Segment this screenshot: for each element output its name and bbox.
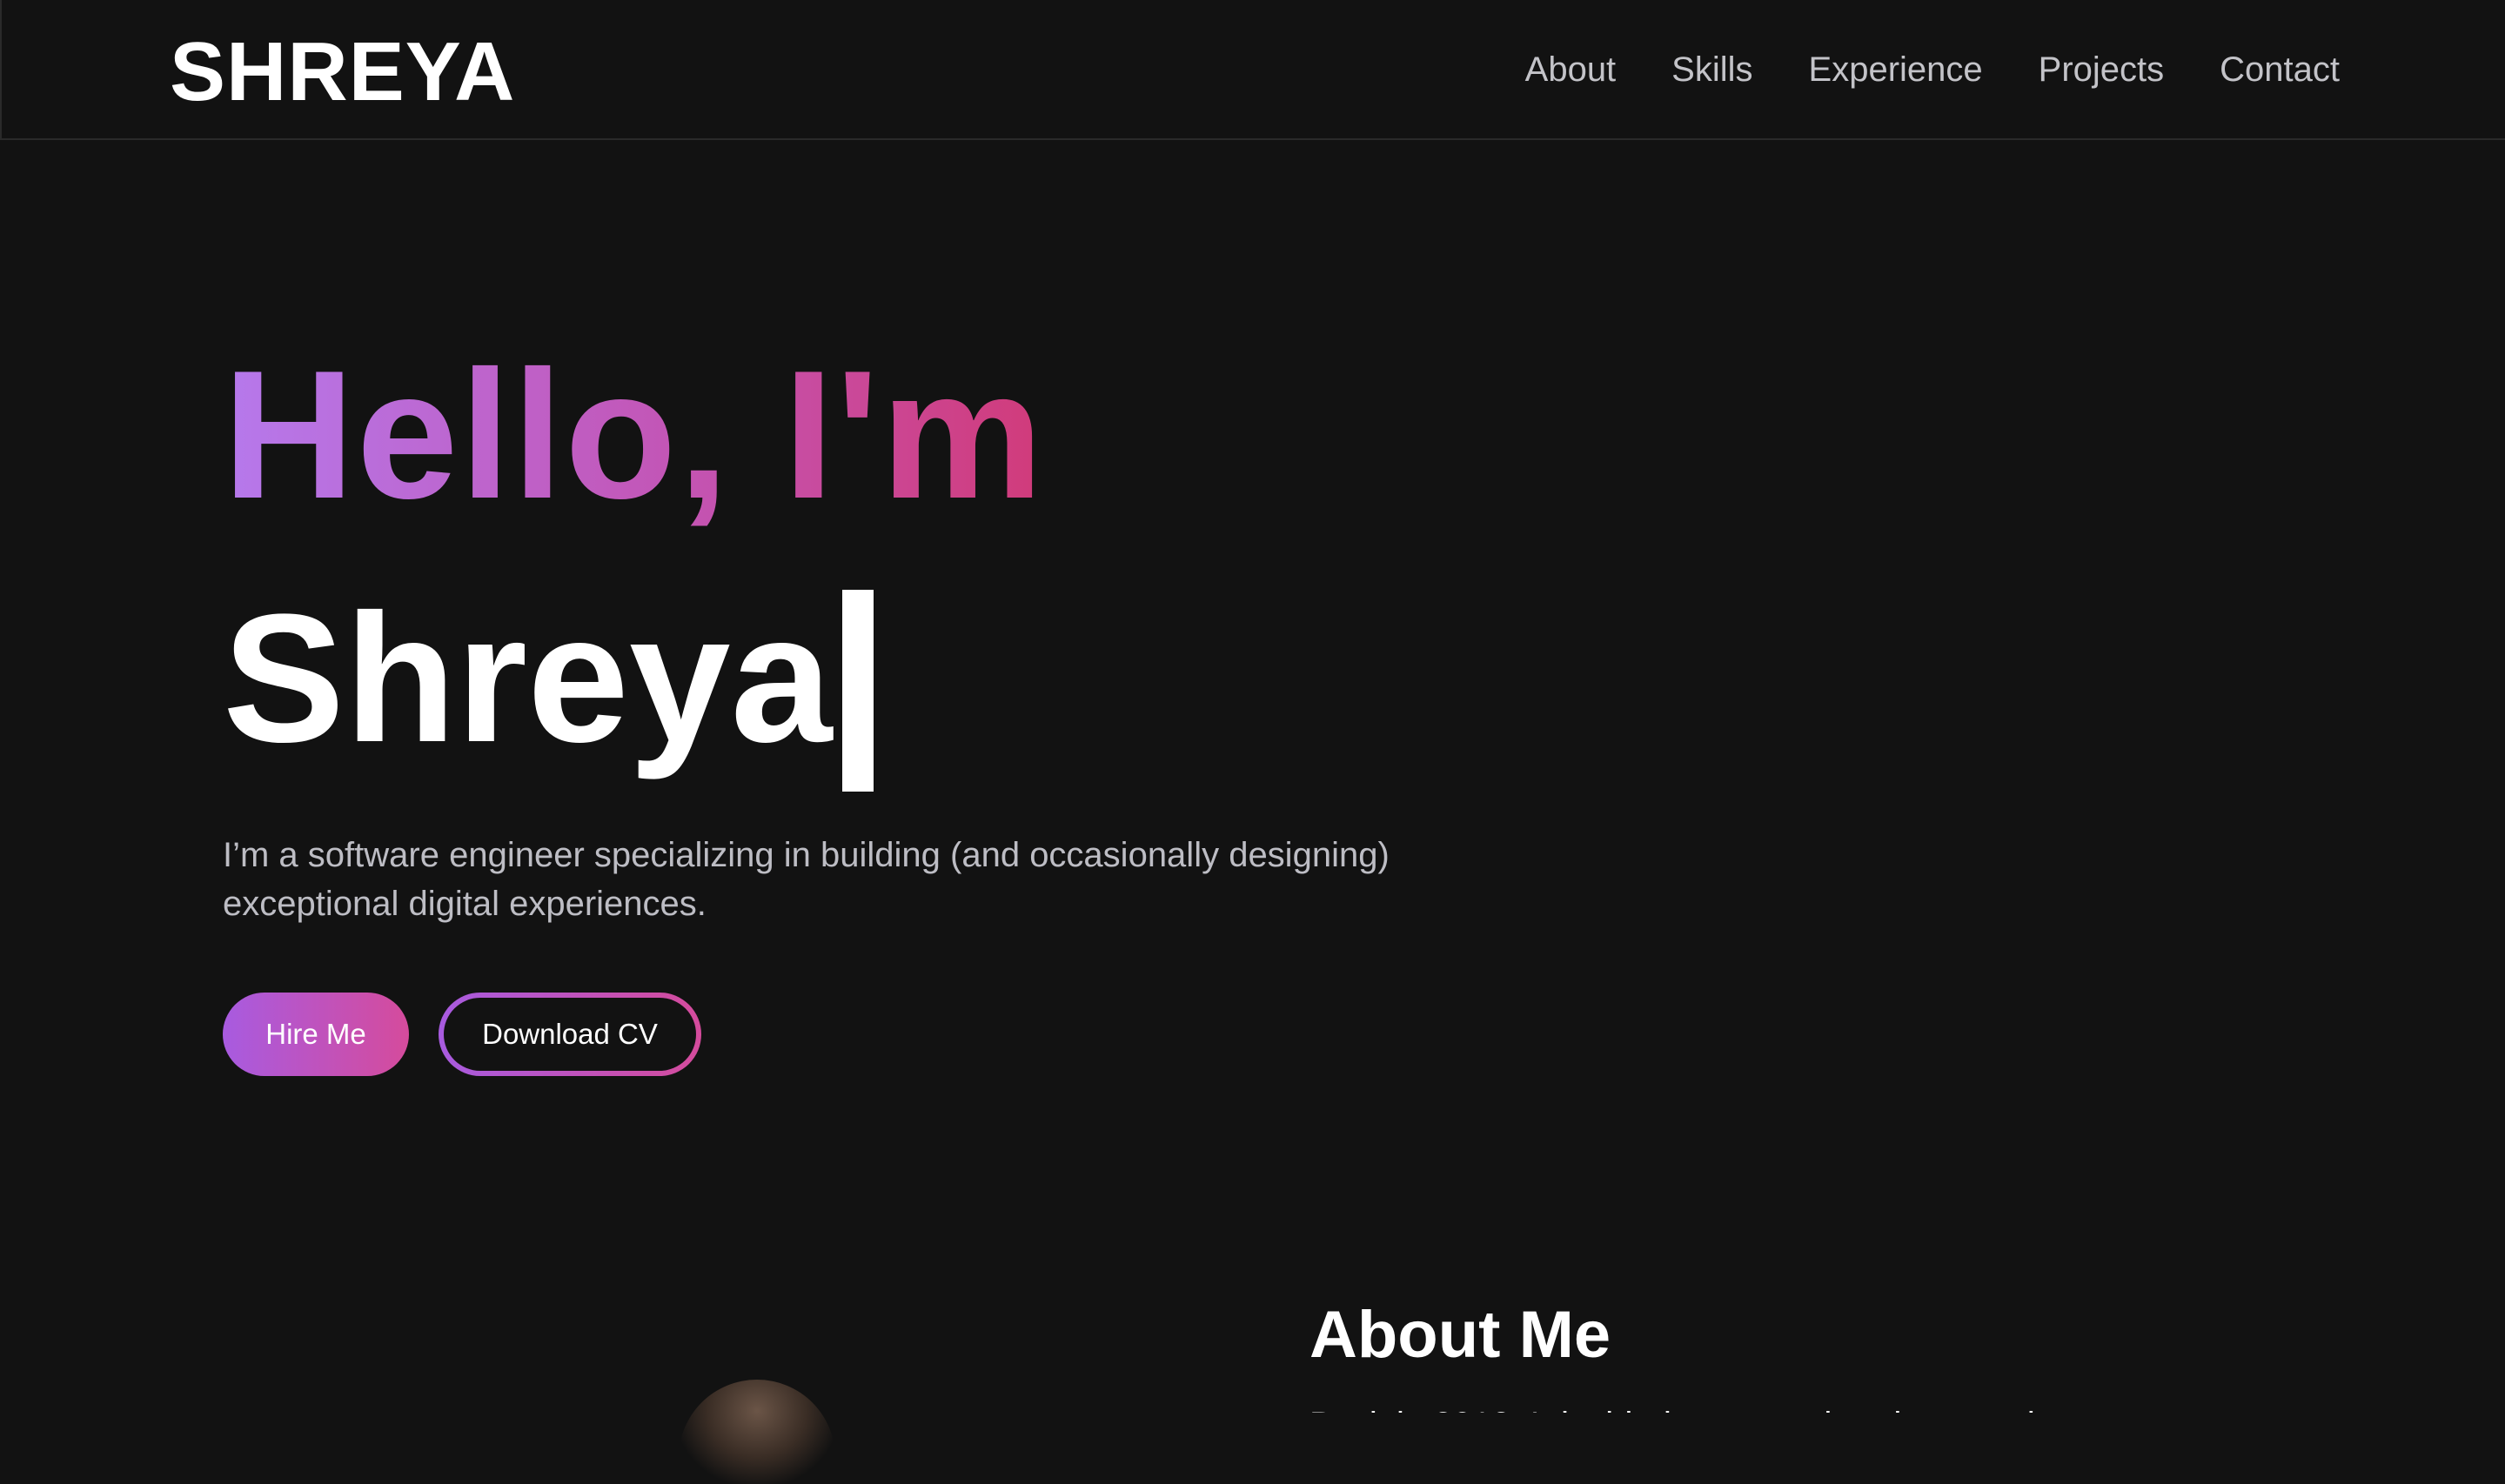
hero-name-text: Shreya <box>223 576 833 780</box>
navbar: SHREYA About Skills Experience Projects … <box>0 0 2505 140</box>
hero-greeting: Hello, I'm <box>223 331 1045 539</box>
download-cv-button[interactable]: Download CV <box>444 998 696 1071</box>
nav-link-skills[interactable]: Skills <box>1671 45 1752 94</box>
hero-section: Hello, I'm Shreya <box>223 331 1045 792</box>
hire-me-button[interactable]: Hire Me <box>223 993 409 1076</box>
nav-link-contact[interactable]: Contact <box>2220 45 2340 94</box>
profile-photo <box>679 1380 835 1484</box>
nav-links: About Skills Experience Projects Contact <box>1525 45 2340 94</box>
nav-link-experience[interactable]: Experience <box>1809 45 1983 94</box>
hero-buttons: Hire Me Download CV <box>223 993 701 1076</box>
about-text: Back in 2012, I decided to try my hand a… <box>1309 1400 2354 1413</box>
hero-name: Shreya <box>223 565 874 792</box>
site-logo[interactable]: SHREYA <box>170 24 515 120</box>
about-title: About Me <box>1309 1298 1611 1372</box>
hero-description: I’m a software engineer specializing in … <box>223 836 1390 923</box>
typing-cursor <box>842 590 874 792</box>
nav-link-projects[interactable]: Projects <box>2039 45 2165 94</box>
download-cv-button-border: Download CV <box>439 993 701 1076</box>
nav-link-about[interactable]: About <box>1525 45 1617 94</box>
